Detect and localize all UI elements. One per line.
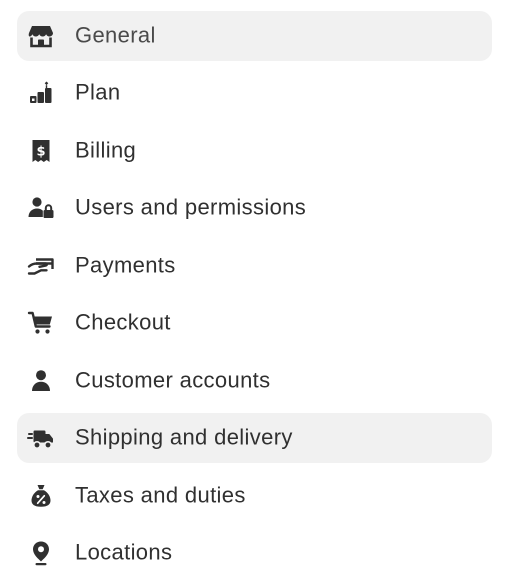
nav-item-checkout[interactable]: Checkout xyxy=(17,298,492,348)
nav-item-label: Billing xyxy=(75,137,137,163)
delivery-truck-icon xyxy=(27,424,55,452)
tax-bag-icon xyxy=(27,482,55,510)
nav-item-payments[interactable]: Payments xyxy=(17,241,492,291)
store-icon xyxy=(27,22,55,50)
nav-item-label: Checkout xyxy=(75,309,171,335)
person-icon xyxy=(27,367,55,395)
payments-card-icon xyxy=(27,252,55,280)
nav-item-label: Taxes and duties xyxy=(75,482,246,508)
nav-item-label: Payments xyxy=(75,252,176,278)
location-pin-icon xyxy=(27,539,55,567)
nav-item-shipping-delivery[interactable]: Shipping and delivery xyxy=(17,413,492,463)
svg-text:$: $ xyxy=(36,145,45,160)
nav-item-label: Locations xyxy=(75,539,173,565)
cart-icon xyxy=(27,309,55,337)
nav-item-users-permissions[interactable]: Users and permissions xyxy=(17,183,492,233)
nav-item-label: Plan xyxy=(75,79,121,105)
billing-receipt-icon: $ xyxy=(27,137,55,165)
nav-item-label: Users and permissions xyxy=(75,194,307,220)
nav-item-plan[interactable]: Plan xyxy=(17,68,492,118)
nav-item-locations[interactable]: Locations xyxy=(17,528,492,578)
nav-item-label: General xyxy=(75,22,156,48)
nav-item-billing[interactable]: $ Billing xyxy=(17,126,492,176)
plan-steps-icon xyxy=(27,79,55,107)
nav-item-label: Customer accounts xyxy=(75,367,271,393)
users-lock-icon xyxy=(27,194,55,222)
nav-item-customer-accounts[interactable]: Customer accounts xyxy=(17,356,492,406)
nav-item-taxes-duties[interactable]: Taxes and duties xyxy=(17,471,492,521)
settings-sidebar-nav: General Plan $ Billing Users and permiss… xyxy=(0,0,512,586)
nav-item-general[interactable]: General xyxy=(17,11,492,61)
nav-item-label: Shipping and delivery xyxy=(75,424,293,450)
